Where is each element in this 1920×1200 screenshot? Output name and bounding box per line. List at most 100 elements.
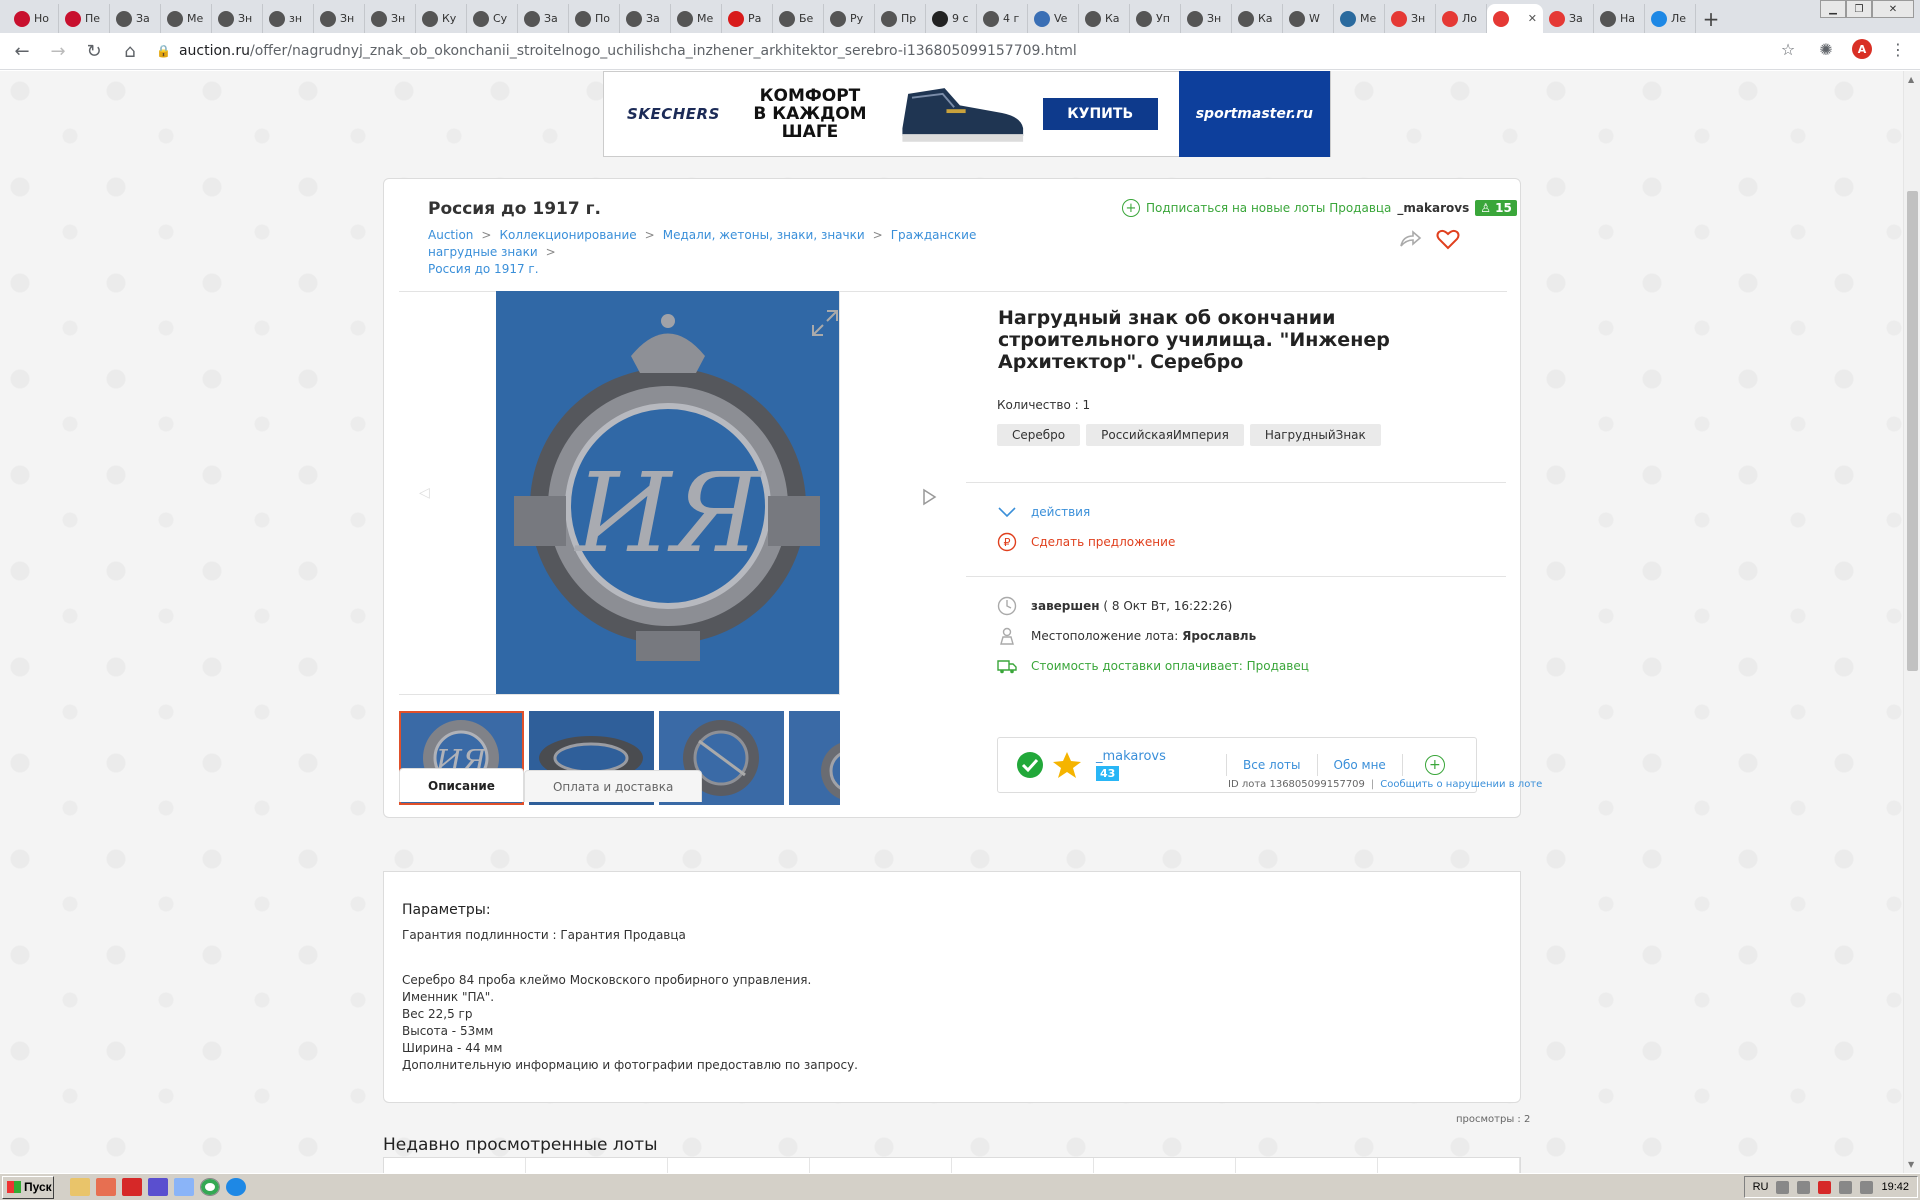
page-scrollbar[interactable]: ▲ ▼: [1903, 71, 1920, 1173]
yandex-icon[interactable]: [122, 1178, 142, 1196]
browser-tab[interactable]: Зн: [314, 4, 365, 33]
breadcrumb-separator: >: [545, 245, 556, 259]
banner-shop-logo: sportmaster.ru: [1178, 71, 1331, 157]
chrome-globe-icon: [1085, 10, 1101, 27]
tray-icon[interactable]: [1797, 1180, 1811, 1194]
scrollbar-thumb[interactable]: [1907, 191, 1918, 671]
browser-tab[interactable]: За: [1543, 4, 1594, 33]
mh-icon: [728, 10, 744, 27]
browser-tab[interactable]: Ка: [1232, 4, 1283, 33]
browser-tab[interactable]: Уп: [1130, 4, 1181, 33]
lot-id-row: ID лота 136805099157709 | Сообщить о наруш…: [1228, 779, 1542, 790]
browser-tab[interactable]: 4 г: [977, 4, 1028, 33]
about-me-link[interactable]: Обо мне: [1316, 754, 1402, 776]
browser-tab[interactable]: За: [110, 4, 161, 33]
breadcrumb-link[interactable]: Auction: [428, 228, 473, 242]
browser-tab[interactable]: По: [569, 4, 620, 33]
os-taskbar: Пуск RU 19:42: [0, 1173, 1920, 1200]
bookmark-star-icon[interactable]: ☆: [1776, 37, 1800, 61]
tray-icon[interactable]: [1776, 1180, 1790, 1194]
browser-tab[interactable]: Ра: [722, 4, 773, 33]
breadcrumb-link[interactable]: Россия до 1917 г.: [428, 262, 539, 276]
app-icon[interactable]: [174, 1178, 194, 1196]
chrome-icon[interactable]: [200, 1178, 220, 1196]
back-arrow-icon[interactable]: ←: [8, 37, 36, 65]
volume-icon[interactable]: [1860, 1180, 1874, 1194]
browser-tab[interactable]: Зн: [1385, 4, 1436, 33]
browser-tab[interactable]: На: [1594, 4, 1645, 33]
browser-tab[interactable]: Бе: [773, 4, 824, 33]
app-icon[interactable]: [226, 1178, 246, 1196]
start-button[interactable]: Пуск: [2, 1175, 54, 1199]
browser-tab[interactable]: Ме: [1334, 4, 1385, 33]
explorer-icon[interactable]: [70, 1178, 90, 1196]
heart-icon[interactable]: [1436, 228, 1460, 250]
breadcrumb-link[interactable]: Коллекционирование: [499, 228, 636, 242]
follow-seller-button[interactable]: +: [1401, 754, 1445, 776]
breadcrumb-link[interactable]: Медали, жетоны, знаки, значки: [663, 228, 865, 242]
browser-tab[interactable]: Ме: [161, 4, 212, 33]
browser-tab[interactable]: Но: [8, 4, 59, 33]
browser-tab[interactable]: За: [620, 4, 671, 33]
language-indicator[interactable]: RU: [1753, 1181, 1769, 1193]
browser-tab[interactable]: Пр: [875, 4, 926, 33]
auction-a-icon: [1442, 10, 1458, 27]
seller-profile-link[interactable]: _makarovs: [1096, 749, 1226, 764]
network-icon[interactable]: [1839, 1180, 1853, 1194]
browser-tab[interactable]: ✕: [1487, 4, 1543, 33]
minimize-icon[interactable]: ▁: [1820, 0, 1846, 18]
browser-tab[interactable]: Ло: [1436, 4, 1487, 33]
media-player-icon[interactable]: [96, 1178, 116, 1196]
subscribe-seller-link[interactable]: + Подписаться на новые лоты Продавца _ma…: [1122, 199, 1517, 217]
profile-avatar[interactable]: A: [1852, 39, 1872, 59]
share-icon[interactable]: [1398, 227, 1422, 251]
new-tab-button[interactable]: +: [1696, 4, 1726, 33]
browser-tab[interactable]: Ка: [1079, 4, 1130, 33]
browser-tab[interactable]: За: [518, 4, 569, 33]
report-violation-link[interactable]: Сообщить о нарушении в лоте: [1380, 779, 1542, 790]
browser-tab[interactable]: зн: [263, 4, 314, 33]
close-window-icon[interactable]: ✕: [1872, 0, 1914, 18]
browser-tab[interactable]: Ку: [416, 4, 467, 33]
browser-tab[interactable]: Су: [467, 4, 518, 33]
scroll-up-icon[interactable]: ▲: [1908, 75, 1914, 84]
browser-tab[interactable]: W: [1283, 4, 1334, 33]
prev-photo-arrow-icon[interactable]: ◁: [419, 485, 430, 501]
scroll-down-icon[interactable]: ▼: [1908, 1160, 1914, 1169]
category-title: Россия до 1917 г.: [428, 199, 601, 219]
app-icon[interactable]: [148, 1178, 168, 1196]
browser-tab[interactable]: Ле: [1645, 4, 1696, 33]
browser-tab[interactable]: Зн: [1181, 4, 1232, 33]
banner-buy-button[interactable]: КУПИТЬ: [1042, 98, 1158, 130]
next-photo-arrow-icon[interactable]: [921, 488, 937, 506]
reload-icon[interactable]: ↻: [80, 37, 108, 65]
browser-tab-label: Зн: [238, 12, 253, 25]
tab-description[interactable]: Описание: [399, 768, 524, 802]
browser-tab[interactable]: 9 с: [926, 4, 977, 33]
avito-a-icon: [65, 10, 81, 27]
all-lots-link[interactable]: Все лоты: [1226, 754, 1317, 776]
browser-tab[interactable]: Пе: [59, 4, 110, 33]
browser-tab[interactable]: Зн: [212, 4, 263, 33]
browser-tab[interactable]: Ме: [671, 4, 722, 33]
thumbnail[interactable]: [789, 711, 840, 805]
browser-tab-label: За: [544, 12, 558, 25]
browser-tab-label: За: [136, 12, 150, 25]
address-bar[interactable]: 🔒 auction.ru/offer/nagrudnyj_znak_ob_oko…: [156, 37, 1796, 65]
ad-banner[interactable]: SKECHERS КОМФОРТ В КАЖДОМ ШАГЕ КУПИТЬ sp…: [603, 71, 1331, 157]
fullscreen-expand-icon[interactable]: [809, 307, 841, 339]
browser-tab[interactable]: Ру: [824, 4, 875, 33]
extension-icon[interactable]: ✺: [1814, 37, 1838, 61]
browser-tab[interactable]: Зн: [365, 4, 416, 33]
tray-icon[interactable]: [1818, 1180, 1832, 1194]
home-icon[interactable]: ⌂: [116, 37, 144, 65]
menu-kebab-icon[interactable]: ⋮: [1886, 37, 1910, 61]
browser-tab[interactable]: Ve: [1028, 4, 1079, 33]
restore-icon[interactable]: ❐: [1846, 0, 1872, 18]
close-tab-icon[interactable]: ✕: [1528, 12, 1537, 25]
tab-payment-delivery[interactable]: Оплата и доставка: [523, 770, 703, 802]
chrome-globe-icon: [881, 10, 897, 27]
forward-arrow-icon[interactable]: →: [44, 37, 72, 65]
main-lot-photo[interactable]: ИЯ: [496, 291, 839, 694]
banner-slogan-line: ШАГЕ: [781, 122, 839, 142]
